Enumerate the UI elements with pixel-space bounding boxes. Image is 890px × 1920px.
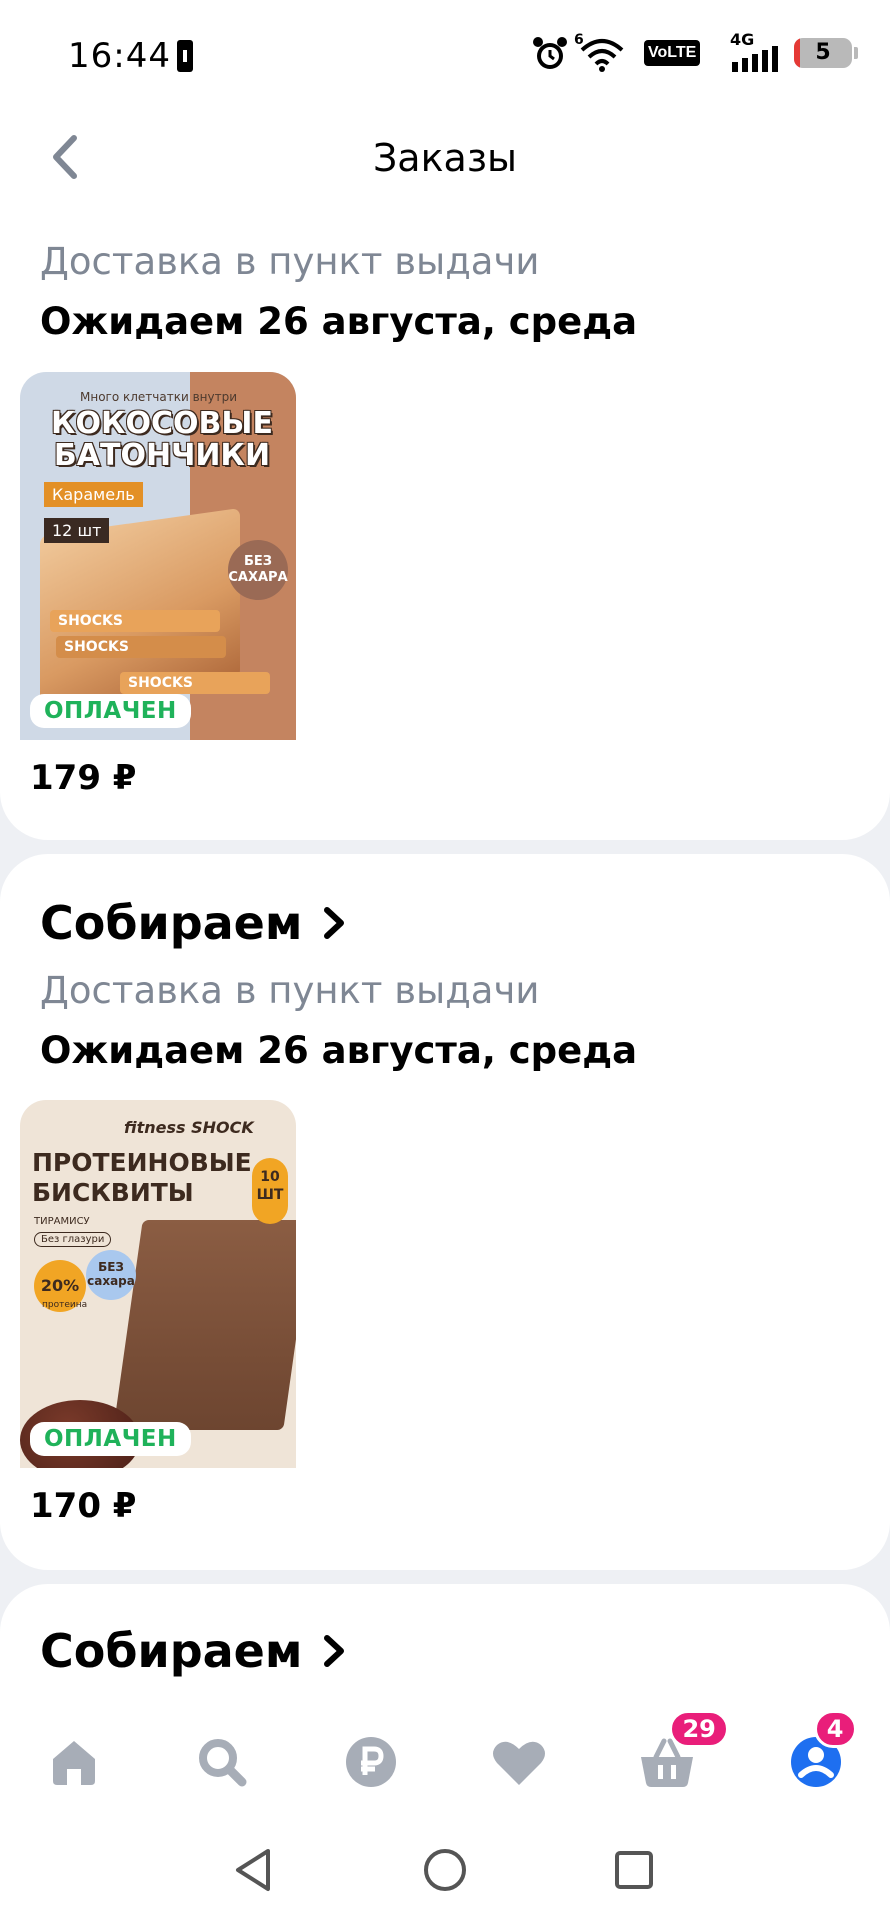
square-recents-icon (615, 1851, 653, 1889)
product-image[interactable]: Много клетчатки внутри КОКОСОВЫЕ БАТОНЧИ… (20, 372, 296, 740)
volte-icon: VoLTE (644, 40, 701, 66)
ruble-icon (345, 1737, 396, 1787)
order-card[interactable]: Доставка в пункт выдачи Ожидаем 26 авгус… (0, 150, 890, 840)
order-card[interactable]: Собираем Доставка в пункт выдачи Ожидаем… (0, 854, 890, 1570)
chevron-right-icon (322, 906, 346, 940)
heart-icon (493, 1741, 546, 1785)
system-recents-button[interactable] (608, 1844, 660, 1896)
circle-home-icon (424, 1849, 466, 1891)
page-title: Заказы (372, 136, 518, 180)
battery-level: 5 (815, 40, 831, 65)
order-status: Собираем (40, 896, 303, 950)
status-bar: 16:44 6 VoLTE 4G 5 (0, 0, 890, 110)
battery-icon: 5 (794, 38, 852, 68)
triangle-back-icon (236, 1849, 270, 1891)
system-back-button[interactable] (228, 1844, 280, 1896)
order-status-link[interactable]: Собираем (40, 896, 346, 950)
status-icons: 6 VoLTE 4G 5 (530, 30, 890, 74)
product-image[interactable]: fitness SHOCK ПРОТЕИНОВЫЕ БИСКВИТЫ ТИРАМ… (20, 1100, 296, 1468)
order-price: 179 ₽ (30, 758, 137, 798)
chevron-right-icon (322, 1634, 346, 1668)
alarm-icon (533, 37, 567, 69)
nav-home[interactable] (34, 1722, 114, 1802)
battery-saver-icon (177, 40, 193, 72)
home-icon (53, 1741, 96, 1785)
delivery-type: Доставка в пункт выдачи (40, 969, 540, 1012)
expected-date: Ожидаем 26 августа, среда (40, 1029, 638, 1072)
nav-search[interactable] (182, 1722, 262, 1802)
top-bar: Заказы (0, 110, 890, 205)
search-icon (199, 1739, 247, 1787)
battery-tip (854, 47, 858, 59)
paid-badge: ОПЛАЧЕН (30, 694, 191, 728)
system-navigation (0, 1822, 890, 1920)
nav-favorites[interactable] (479, 1722, 559, 1802)
wifi-icon (580, 39, 624, 72)
order-price: 170 ₽ (30, 1486, 137, 1526)
order-status-link[interactable]: Собираем (40, 1624, 346, 1678)
nav-cart[interactable]: 29 (627, 1710, 729, 1802)
profile-notification-badge: 4 (813, 1710, 857, 1748)
expected-date: Ожидаем 26 августа, среда (40, 300, 638, 343)
paid-badge: ОПЛАЧЕН (30, 1422, 191, 1456)
cart-count-badge: 29 (669, 1710, 729, 1748)
nav-profile[interactable]: 4 (776, 1710, 857, 1802)
delivery-type: Доставка в пункт выдачи (40, 240, 540, 283)
nav-payments[interactable] (331, 1722, 411, 1802)
bottom-navigation: 29 4 (0, 1702, 890, 1822)
status-time: 16:44 (68, 36, 171, 76)
order-status: Собираем (40, 1624, 303, 1678)
signal-icon (732, 46, 778, 72)
system-home-button[interactable] (419, 1844, 471, 1896)
